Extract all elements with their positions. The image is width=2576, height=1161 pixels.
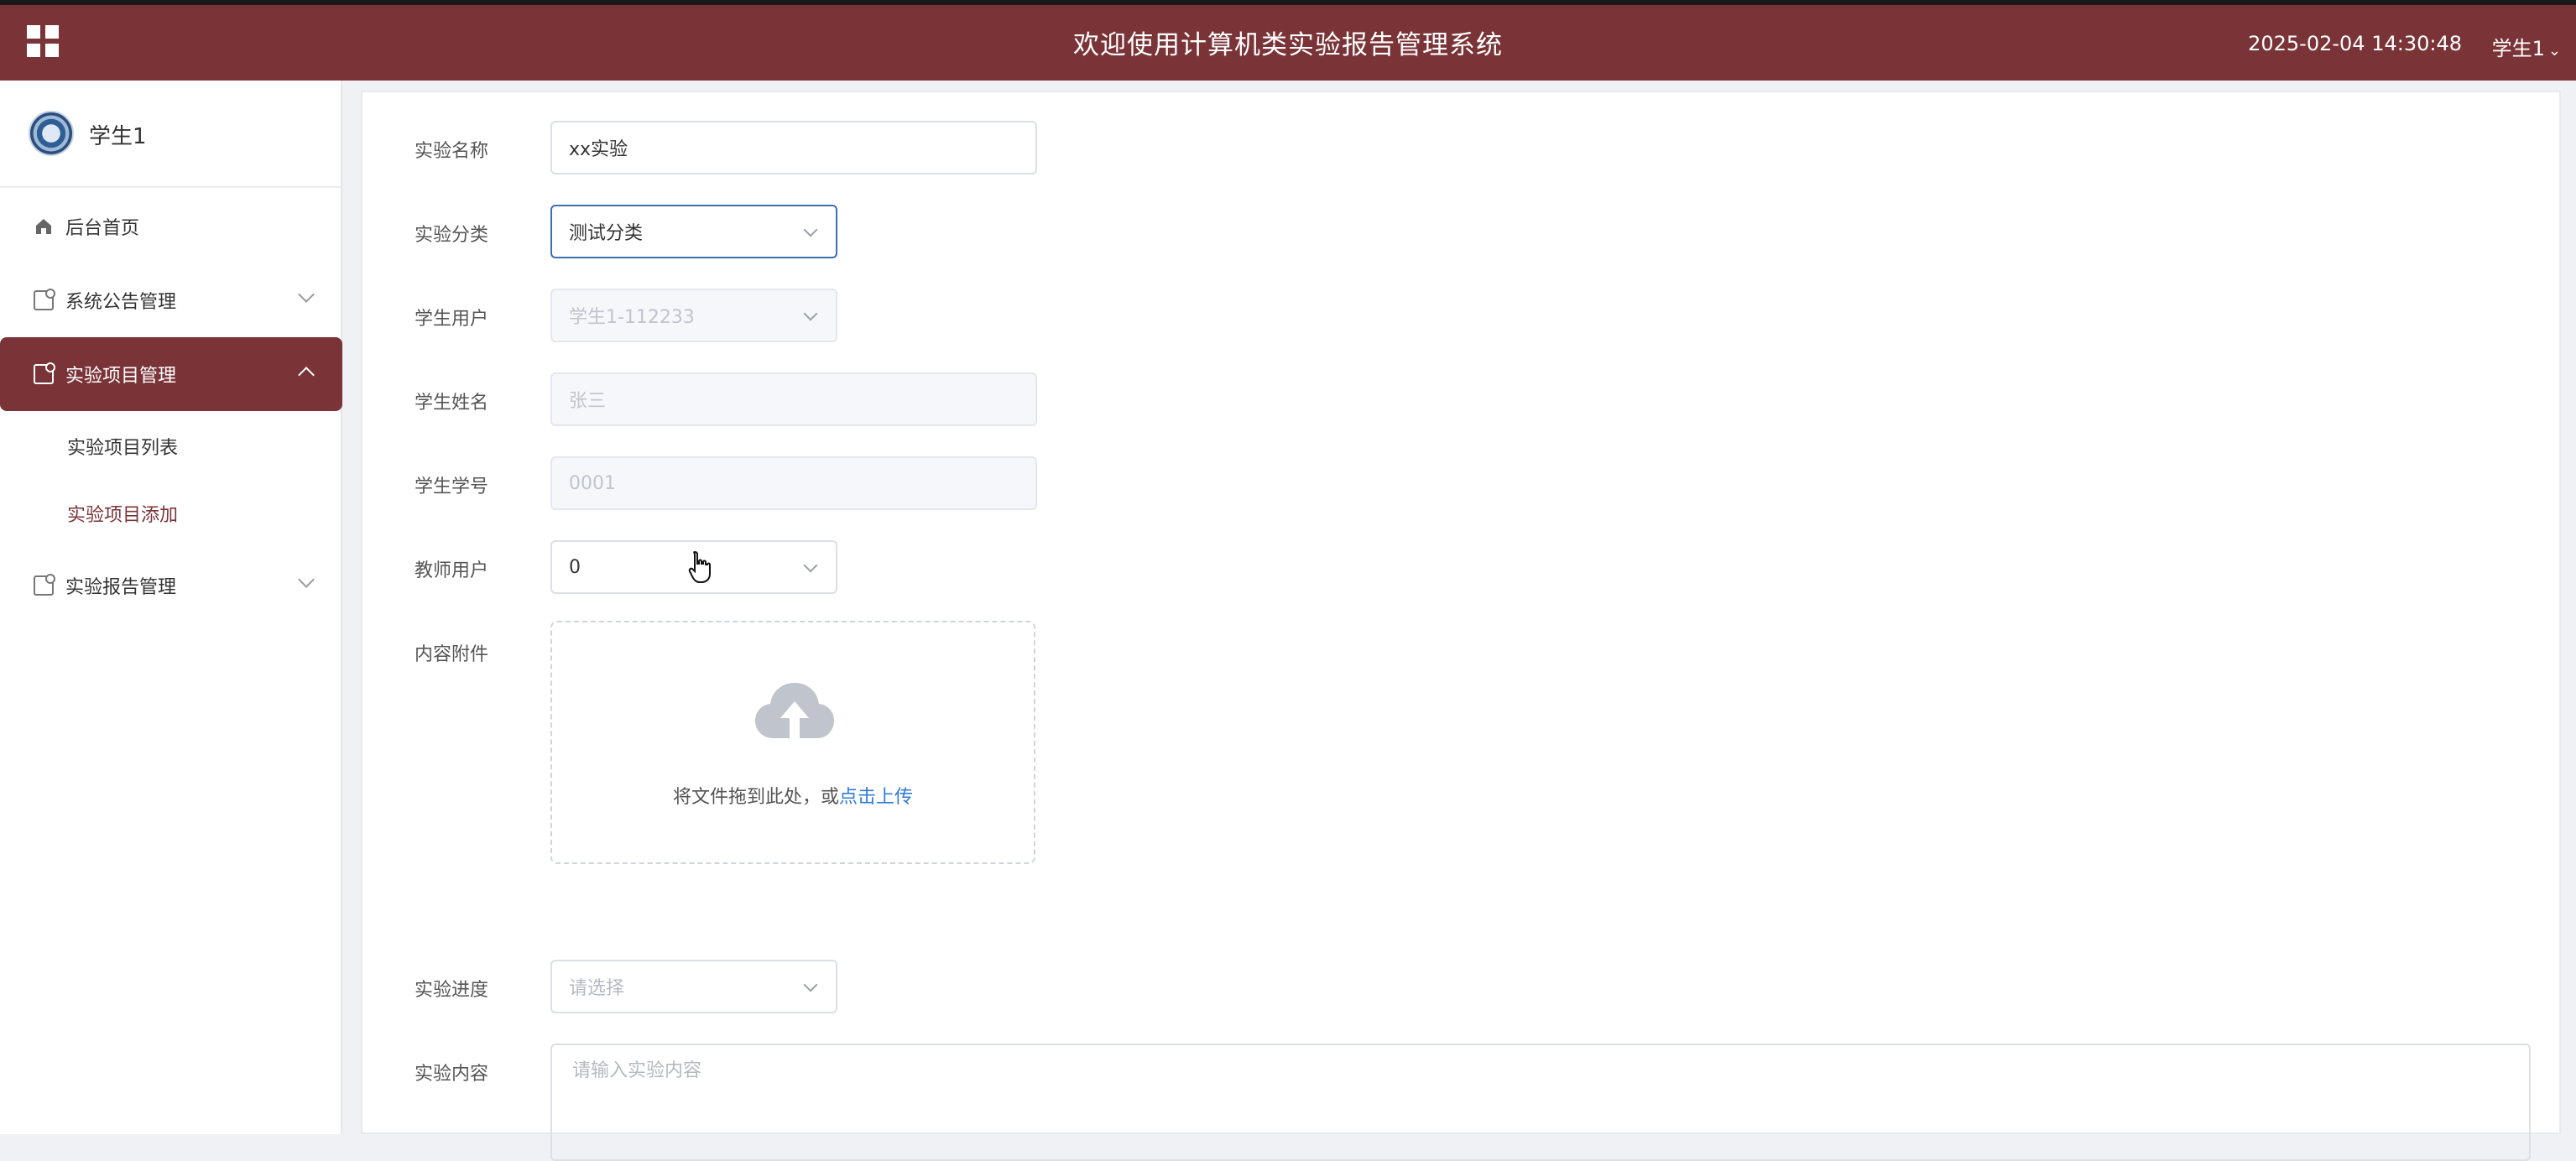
experiment-name-input[interactable]: xx实验 [550,121,1037,174]
current-datetime: 2025-02-04 14:30:48 [2248,32,2462,55]
student-user-label: 学生用户 [415,309,489,330]
sidebar-item-experiment-projects[interactable]: 实验项目管理 [0,337,342,411]
profile-name: 学生1 [89,124,147,149]
student-user-select: 学生1-112233 [550,289,837,342]
student-name-input: 张三 [550,372,1037,426]
chevron-down-icon [298,571,315,588]
chevron-down-icon [803,558,818,573]
content-label: 实验内容 [415,1064,489,1085]
chevron-down-icon: ⌄ [2547,42,2561,60]
progress-placeholder: 请选择 [569,978,625,999]
teacher-user-label: 教师用户 [415,560,489,581]
experiment-category-select[interactable]: 测试分类 [550,205,837,258]
top-bar: 欢迎使用计算机类实验报告管理系统 2025-02-04 14:30:48 学生1… [0,0,2576,81]
progress-label: 实验进度 [415,980,489,1001]
chevron-down-icon [803,222,818,237]
document-icon [34,289,55,310]
upload-hint-text: 将文件拖到此处，或 [672,787,839,808]
sidebar: 学生1 后台首页 系统公告管理 实验项目管理 实验项目列表 实验项目添加 实验报… [0,81,342,1134]
student-name-label: 学生姓名 [415,393,489,414]
document-icon [34,362,55,384]
hand-cursor-icon [688,550,711,583]
experiment-category-label: 实验分类 [415,225,489,246]
cloud-upload-icon [755,683,834,740]
sidebar-subitem-project-list[interactable]: 实验项目列表 [67,433,178,460]
home-icon [36,219,51,234]
experiment-category-value: 测试分类 [569,223,644,244]
file-upload-dropzone[interactable]: 将文件拖到此处，或点击上传 [550,621,1035,864]
chevron-up-icon [298,367,315,383]
user-menu[interactable]: 学生1 ⌄ [2492,32,2561,61]
student-id-input: 0001 [550,456,1037,510]
teacher-user-value: 0 [569,556,581,578]
chevron-down-icon [803,977,818,992]
document-icon [34,574,55,596]
upload-link[interactable]: 点击上传 [839,787,913,808]
sidebar-subitem-project-add[interactable]: 实验项目添加 [67,500,178,527]
user-menu-label: 学生1 [2491,37,2545,60]
attachment-label: 内容附件 [415,644,489,665]
experiment-name-label: 实验名称 [415,141,489,162]
chevron-down-icon [803,306,818,321]
content-textarea[interactable]: 请输入实验内容 [550,1044,2531,1161]
sidebar-profile: 学生1 [0,81,341,188]
student-user-value: 学生1-112233 [569,307,695,328]
sidebar-item-label: 实验报告管理 [65,577,177,598]
sidebar-item-home[interactable]: 后台首页 [0,190,342,263]
upload-hint: 将文件拖到此处，或点击上传 [552,782,1034,809]
chevron-down-icon [298,286,315,303]
sidebar-item-label: 系统公告管理 [65,292,177,313]
sidebar-item-experiment-reports[interactable]: 实验报告管理 [0,549,342,622]
progress-select[interactable]: 请选择 [550,960,837,1013]
sidebar-item-announcements[interactable]: 系统公告管理 [0,263,342,337]
student-id-label: 学生学号 [415,476,489,497]
sidebar-item-label: 后台首页 [65,218,140,239]
avatar[interactable] [29,111,74,156]
content-placeholder: 请输入实验内容 [572,1060,702,1081]
sidebar-item-label: 实验项目管理 [65,366,177,387]
main-panel: 实验名称 xx实验 实验分类 测试分类 学生用户 学生1-112233 学生姓名… [361,91,2561,1161]
app-title: 欢迎使用计算机类实验报告管理系统 [1073,30,1503,60]
